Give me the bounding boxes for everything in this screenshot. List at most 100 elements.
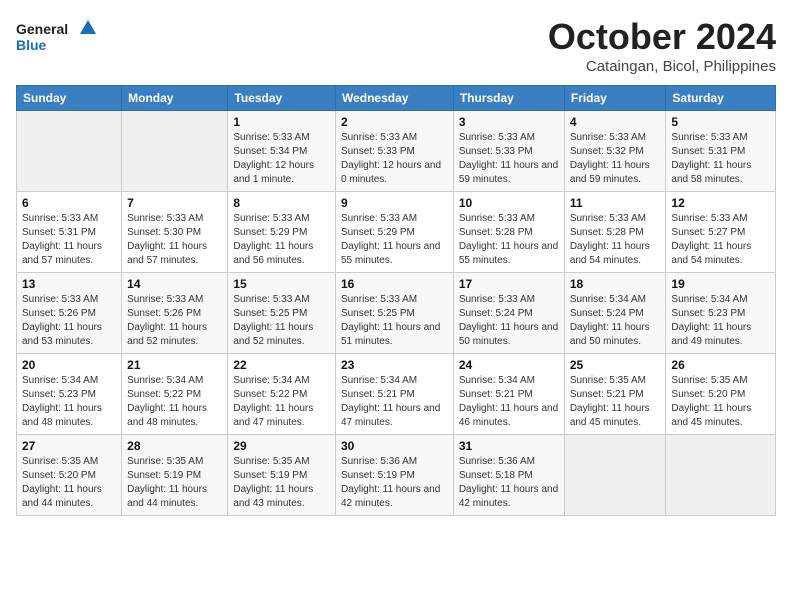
day-number: 14 xyxy=(127,277,222,291)
day-number: 17 xyxy=(459,277,559,291)
calendar-cell xyxy=(122,111,228,192)
day-number: 5 xyxy=(671,115,770,129)
calendar-week-4: 20 Sunrise: 5:34 AMSunset: 5:23 PMDaylig… xyxy=(17,354,776,435)
day-detail: Sunrise: 5:33 AMSunset: 5:27 PMDaylight:… xyxy=(671,212,770,268)
day-detail: Sunrise: 5:33 AMSunset: 5:26 PMDaylight:… xyxy=(22,293,116,349)
day-number: 27 xyxy=(22,439,116,453)
day-number: 10 xyxy=(459,196,559,210)
day-detail: Sunrise: 5:33 AMSunset: 5:31 PMDaylight:… xyxy=(671,131,770,187)
day-number: 7 xyxy=(127,196,222,210)
day-detail: Sunrise: 5:33 AMSunset: 5:33 PMDaylight:… xyxy=(459,131,559,187)
day-number: 11 xyxy=(570,196,661,210)
calendar-cell: 31 Sunrise: 5:36 AMSunset: 5:18 PMDaylig… xyxy=(453,435,564,516)
weekday-header-sunday: Sunday xyxy=(17,86,122,111)
day-number: 25 xyxy=(570,358,661,372)
calendar-cell: 27 Sunrise: 5:35 AMSunset: 5:20 PMDaylig… xyxy=(17,435,122,516)
calendar-cell: 23 Sunrise: 5:34 AMSunset: 5:21 PMDaylig… xyxy=(335,354,453,435)
day-detail: Sunrise: 5:34 AMSunset: 5:21 PMDaylight:… xyxy=(341,374,448,430)
weekday-header-friday: Friday xyxy=(564,86,666,111)
header: General Blue October 2024 Cataingan, Bic… xyxy=(16,16,776,75)
calendar-cell: 22 Sunrise: 5:34 AMSunset: 5:22 PMDaylig… xyxy=(228,354,336,435)
day-number: 8 xyxy=(233,196,330,210)
day-detail: Sunrise: 5:35 AMSunset: 5:19 PMDaylight:… xyxy=(127,455,222,511)
svg-text:Blue: Blue xyxy=(16,37,47,53)
calendar-cell: 8 Sunrise: 5:33 AMSunset: 5:29 PMDayligh… xyxy=(228,192,336,273)
calendar-cell: 9 Sunrise: 5:33 AMSunset: 5:29 PMDayligh… xyxy=(335,192,453,273)
calendar-cell: 30 Sunrise: 5:36 AMSunset: 5:19 PMDaylig… xyxy=(335,435,453,516)
day-detail: Sunrise: 5:34 AMSunset: 5:24 PMDaylight:… xyxy=(570,293,661,349)
calendar-cell: 26 Sunrise: 5:35 AMSunset: 5:20 PMDaylig… xyxy=(666,354,776,435)
calendar-cell: 3 Sunrise: 5:33 AMSunset: 5:33 PMDayligh… xyxy=(453,111,564,192)
calendar-cell: 15 Sunrise: 5:33 AMSunset: 5:25 PMDaylig… xyxy=(228,273,336,354)
day-number: 2 xyxy=(341,115,448,129)
calendar-cell xyxy=(666,435,776,516)
day-detail: Sunrise: 5:34 AMSunset: 5:22 PMDaylight:… xyxy=(233,374,330,430)
calendar-cell: 6 Sunrise: 5:33 AMSunset: 5:31 PMDayligh… xyxy=(17,192,122,273)
day-number: 21 xyxy=(127,358,222,372)
day-detail: Sunrise: 5:33 AMSunset: 5:30 PMDaylight:… xyxy=(127,212,222,268)
calendar-cell: 20 Sunrise: 5:34 AMSunset: 5:23 PMDaylig… xyxy=(17,354,122,435)
weekday-header-wednesday: Wednesday xyxy=(335,86,453,111)
title-area: October 2024 Cataingan, Bicol, Philippin… xyxy=(548,16,776,75)
calendar-cell: 25 Sunrise: 5:35 AMSunset: 5:21 PMDaylig… xyxy=(564,354,666,435)
day-detail: Sunrise: 5:33 AMSunset: 5:24 PMDaylight:… xyxy=(459,293,559,349)
logo: General Blue xyxy=(16,16,96,58)
day-detail: Sunrise: 5:36 AMSunset: 5:18 PMDaylight:… xyxy=(459,455,559,511)
calendar-cell: 18 Sunrise: 5:34 AMSunset: 5:24 PMDaylig… xyxy=(564,273,666,354)
calendar-cell: 17 Sunrise: 5:33 AMSunset: 5:24 PMDaylig… xyxy=(453,273,564,354)
day-number: 26 xyxy=(671,358,770,372)
day-number: 31 xyxy=(459,439,559,453)
svg-text:General: General xyxy=(16,21,68,37)
day-detail: Sunrise: 5:33 AMSunset: 5:25 PMDaylight:… xyxy=(233,293,330,349)
calendar-cell: 24 Sunrise: 5:34 AMSunset: 5:21 PMDaylig… xyxy=(453,354,564,435)
calendar-cell: 10 Sunrise: 5:33 AMSunset: 5:28 PMDaylig… xyxy=(453,192,564,273)
day-detail: Sunrise: 5:36 AMSunset: 5:19 PMDaylight:… xyxy=(341,455,448,511)
weekday-header-row: SundayMondayTuesdayWednesdayThursdayFrid… xyxy=(17,86,776,111)
day-detail: Sunrise: 5:34 AMSunset: 5:23 PMDaylight:… xyxy=(671,293,770,349)
day-detail: Sunrise: 5:34 AMSunset: 5:23 PMDaylight:… xyxy=(22,374,116,430)
calendar-cell: 7 Sunrise: 5:33 AMSunset: 5:30 PMDayligh… xyxy=(122,192,228,273)
calendar-week-1: 1 Sunrise: 5:33 AMSunset: 5:34 PMDayligh… xyxy=(17,111,776,192)
day-number: 19 xyxy=(671,277,770,291)
day-number: 30 xyxy=(341,439,448,453)
day-number: 29 xyxy=(233,439,330,453)
day-number: 16 xyxy=(341,277,448,291)
day-number: 24 xyxy=(459,358,559,372)
calendar-cell: 16 Sunrise: 5:33 AMSunset: 5:25 PMDaylig… xyxy=(335,273,453,354)
calendar-week-2: 6 Sunrise: 5:33 AMSunset: 5:31 PMDayligh… xyxy=(17,192,776,273)
calendar-cell: 28 Sunrise: 5:35 AMSunset: 5:19 PMDaylig… xyxy=(122,435,228,516)
day-number: 9 xyxy=(341,196,448,210)
day-detail: Sunrise: 5:33 AMSunset: 5:29 PMDaylight:… xyxy=(341,212,448,268)
day-detail: Sunrise: 5:33 AMSunset: 5:31 PMDaylight:… xyxy=(22,212,116,268)
day-detail: Sunrise: 5:33 AMSunset: 5:32 PMDaylight:… xyxy=(570,131,661,187)
day-number: 4 xyxy=(570,115,661,129)
calendar-cell: 29 Sunrise: 5:35 AMSunset: 5:19 PMDaylig… xyxy=(228,435,336,516)
calendar-cell: 11 Sunrise: 5:33 AMSunset: 5:28 PMDaylig… xyxy=(564,192,666,273)
month-title: October 2024 xyxy=(548,16,776,58)
logo-svg: General Blue xyxy=(16,16,96,58)
weekday-header-monday: Monday xyxy=(122,86,228,111)
day-detail: Sunrise: 5:34 AMSunset: 5:21 PMDaylight:… xyxy=(459,374,559,430)
calendar-cell: 14 Sunrise: 5:33 AMSunset: 5:26 PMDaylig… xyxy=(122,273,228,354)
weekday-header-saturday: Saturday xyxy=(666,86,776,111)
day-number: 22 xyxy=(233,358,330,372)
calendar-cell: 2 Sunrise: 5:33 AMSunset: 5:33 PMDayligh… xyxy=(335,111,453,192)
calendar-cell xyxy=(17,111,122,192)
day-number: 1 xyxy=(233,115,330,129)
location-subtitle: Cataingan, Bicol, Philippines xyxy=(548,58,776,75)
day-detail: Sunrise: 5:33 AMSunset: 5:34 PMDaylight:… xyxy=(233,131,330,187)
day-number: 18 xyxy=(570,277,661,291)
calendar-week-5: 27 Sunrise: 5:35 AMSunset: 5:20 PMDaylig… xyxy=(17,435,776,516)
calendar-week-3: 13 Sunrise: 5:33 AMSunset: 5:26 PMDaylig… xyxy=(17,273,776,354)
calendar-cell: 13 Sunrise: 5:33 AMSunset: 5:26 PMDaylig… xyxy=(17,273,122,354)
calendar-cell: 19 Sunrise: 5:34 AMSunset: 5:23 PMDaylig… xyxy=(666,273,776,354)
day-detail: Sunrise: 5:33 AMSunset: 5:29 PMDaylight:… xyxy=(233,212,330,268)
day-number: 3 xyxy=(459,115,559,129)
day-detail: Sunrise: 5:33 AMSunset: 5:28 PMDaylight:… xyxy=(570,212,661,268)
calendar-cell: 1 Sunrise: 5:33 AMSunset: 5:34 PMDayligh… xyxy=(228,111,336,192)
calendar-cell: 5 Sunrise: 5:33 AMSunset: 5:31 PMDayligh… xyxy=(666,111,776,192)
day-detail: Sunrise: 5:35 AMSunset: 5:19 PMDaylight:… xyxy=(233,455,330,511)
calendar-cell xyxy=(564,435,666,516)
day-detail: Sunrise: 5:35 AMSunset: 5:20 PMDaylight:… xyxy=(671,374,770,430)
day-number: 20 xyxy=(22,358,116,372)
